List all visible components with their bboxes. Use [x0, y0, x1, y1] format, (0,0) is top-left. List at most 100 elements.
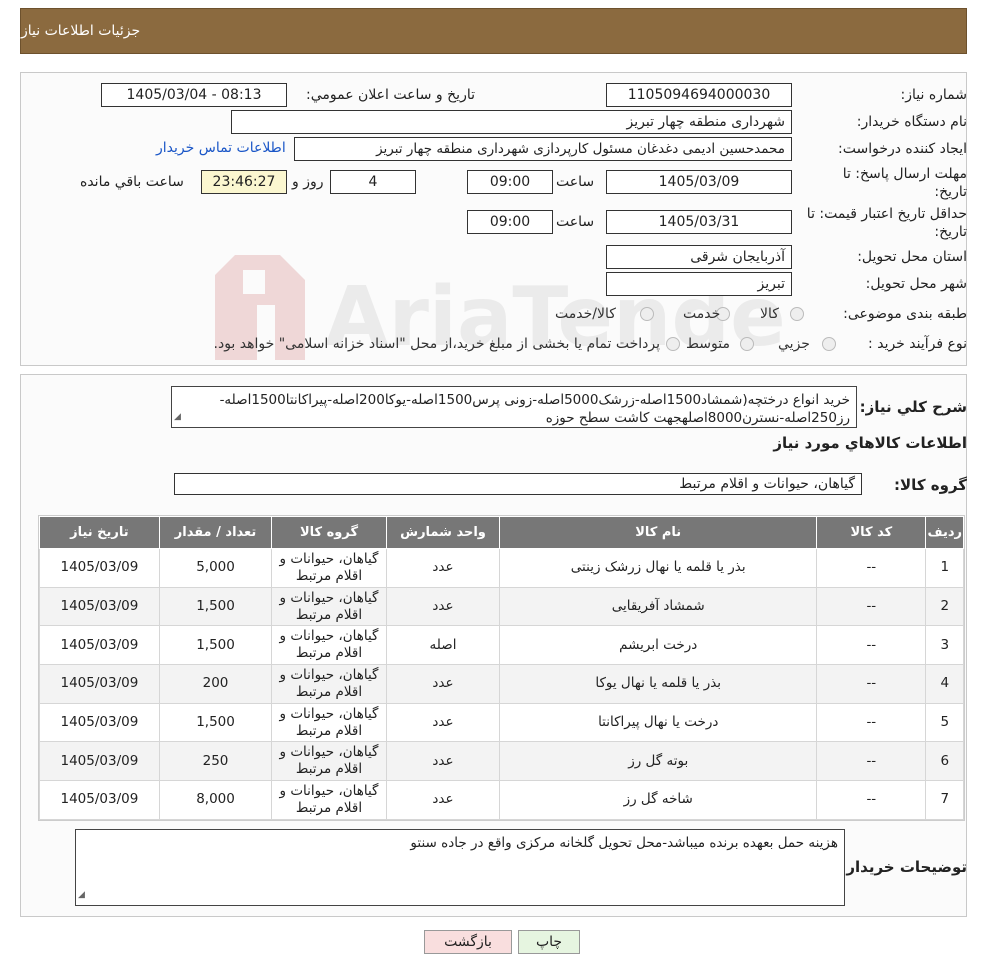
remaining-time-field: 23:46:27: [201, 170, 287, 194]
cell-row-number: 5: [925, 702, 964, 743]
cell-item-group: گیاهان، حیوانات و اقلام مرتبط: [271, 625, 387, 666]
province-field: آذربایجان شرقی: [606, 245, 792, 269]
table-row: 6 -- بوته گل رز عدد گیاهان، حیوانات و اقلام …: [39, 741, 964, 782]
cell-quantity: 1,500: [158, 702, 273, 743]
process-minor-radio[interactable]: [822, 337, 836, 351]
payment-note: پرداخت تمام یا بخشی از مبلغ خرید،از محل …: [213, 336, 660, 352]
summary-text: خرید انواع درختچه(شمشاد1500اصله-زرشک5000…: [219, 392, 850, 426]
province-label: استان محل تحویل:: [857, 249, 967, 265]
validity-date-field: 1405/03/31: [606, 210, 792, 234]
cell-unit: عدد: [385, 664, 501, 704]
announce-label: تاریخ و ساعت اعلان عمومي:: [306, 87, 475, 103]
category-both-label: کالا/خدمت: [555, 306, 616, 322]
table-row: 5 -- درخت یا نهال پیراکانتا عدد گیاهان، حیوا…: [39, 702, 964, 743]
deadline-label-date: تاریخ:: [934, 184, 967, 200]
category-goods-radio[interactable]: [790, 307, 804, 321]
category-service-label: خدمت: [683, 306, 721, 322]
cell-row-number: 3: [925, 625, 964, 666]
cell-row-number: 1: [925, 548, 964, 588]
cell-row-number: 7: [925, 780, 964, 820]
deadline-time-label: ساعت: [556, 174, 595, 190]
items-table-body: 1 -- بذر یا قلمه یا نهال زرشک زینتی عدد گیاه…: [39, 548, 964, 820]
days-remaining-field: 4: [330, 170, 416, 194]
cell-unit: عدد: [385, 780, 501, 820]
buyer-contact-link[interactable]: اطلاعات تماس خریدار: [156, 140, 286, 156]
cell-quantity: 1,500: [158, 625, 273, 666]
items-table: رديف كد كالا نام كالا واحد شمارش گروه كا…: [39, 516, 964, 820]
summary-textarea[interactable]: خرید انواع درختچه(شمشاد1500اصله-زرشک5000…: [171, 386, 857, 428]
cell-row-number: 4: [925, 664, 964, 704]
need-number-label: شماره نیاز:: [900, 87, 968, 103]
col-row-header: رديف: [925, 516, 964, 549]
cell-quantity: 1,500: [158, 586, 273, 627]
buyer-notes-label: توضیحات خریدار:: [840, 858, 967, 876]
creator-field: محمدحسین ادیمی دغدغان مسئول کارپردازی شه…: [294, 137, 792, 161]
buyer-org-label: نام دستگاه خریدار:: [856, 114, 967, 130]
cell-need-date: 1405/03/09: [39, 702, 160, 743]
process-medium-radio[interactable]: [740, 337, 754, 351]
cell-item-name: شاخه گل رز: [499, 780, 818, 820]
category-label: طبقه بندی موضوعی:: [843, 306, 967, 322]
table-row: 4 -- بذر یا قلمه یا نهال یوکا عدد گیاهان، حی…: [39, 664, 964, 704]
cell-need-date: 1405/03/09: [39, 741, 160, 782]
summary-label: شرح كلي نياز:: [859, 398, 967, 416]
buyer-notes-textarea[interactable]: هزینه حمل بعهده برنده میباشد-محل تحویل گ…: [75, 829, 845, 906]
category-goods-label: کالا: [760, 306, 779, 322]
cell-item-code: --: [816, 741, 927, 782]
col-unit-header: واحد شمارش: [385, 516, 501, 549]
goods-section-title: اطلاعات كالاهاي مورد نياز: [773, 434, 967, 452]
deadline-date-field: 1405/03/09: [606, 170, 792, 194]
cell-row-number: 2: [925, 586, 964, 627]
process-label: نوع فرآیند خرید :: [868, 336, 967, 352]
cell-item-group: گیاهان، حیوانات و اقلام مرتبط: [271, 780, 387, 820]
payment-note-checkbox[interactable]: [666, 337, 680, 351]
validity-label: حداقل تاریخ اعتبار قیمت: تا: [806, 206, 967, 222]
col-code-header: كد كالا: [816, 516, 927, 549]
cell-item-name: بوته گل رز: [499, 741, 818, 782]
cell-quantity: 5,000: [158, 548, 273, 588]
col-group-header: گروه كالا: [271, 516, 387, 549]
cell-item-group: گیاهان، حیوانات و اقلام مرتبط: [271, 741, 387, 782]
process-medium-label: متوسط: [686, 336, 730, 352]
cell-item-group: گیاهان، حیوانات و اقلام مرتبط: [271, 548, 387, 588]
cell-need-date: 1405/03/09: [39, 625, 160, 666]
cell-item-code: --: [816, 664, 927, 704]
cell-item-group: گیاهان، حیوانات و اقلام مرتبط: [271, 702, 387, 743]
cell-need-date: 1405/03/09: [39, 548, 160, 588]
col-name-header: نام كالا: [499, 516, 818, 549]
table-header-row: رديف كد كالا نام كالا واحد شمارش گروه كا…: [39, 516, 964, 549]
col-qty-header: تعداد / مقدار: [158, 516, 273, 549]
cell-need-date: 1405/03/09: [39, 664, 160, 704]
page-title: جزئیات اطلاعات نیاز: [21, 23, 141, 39]
table-row: 3 -- درخت ابریشم اصله گیاهان، حیوانات و اقلا…: [39, 625, 964, 666]
cell-quantity: 200: [158, 664, 273, 704]
table-row: 1 -- بذر یا قلمه یا نهال زرشک زینتی عدد گیاه…: [39, 548, 964, 588]
cell-unit: اصله: [385, 625, 501, 666]
page-header: جزئیات اطلاعات نیاز: [20, 8, 967, 54]
cell-item-name: درخت یا نهال پیراکانتا: [499, 702, 818, 743]
category-both-radio[interactable]: [640, 307, 654, 321]
buyer-org-field: شهرداری منطقه چهار تبریز: [231, 110, 792, 134]
resize-grip-icon[interactable]: ◢: [174, 408, 181, 426]
print-button[interactable]: چاپ: [518, 930, 580, 954]
cell-quantity: 8,000: [158, 780, 273, 820]
cell-item-code: --: [816, 780, 927, 820]
cell-unit: عدد: [385, 702, 501, 743]
days-label: روز و: [292, 174, 324, 190]
cell-item-group: گیاهان، حیوانات و اقلام مرتبط: [271, 664, 387, 704]
city-label: شهر محل تحویل:: [865, 276, 967, 292]
resize-grip-icon[interactable]: ◢: [78, 886, 85, 904]
cell-item-name: درخت ابریشم: [499, 625, 818, 666]
table-row: 2 -- شمشاد آفریقایی عدد گیاهان، حیوانات و اق…: [39, 586, 964, 627]
cell-item-code: --: [816, 548, 927, 588]
need-number-field: 1105094694000030: [606, 83, 792, 107]
cell-item-code: --: [816, 702, 927, 743]
cell-quantity: 250: [158, 741, 273, 782]
validity-label-date: تاریخ:: [934, 224, 967, 240]
table-row: 7 -- شاخه گل رز عدد گیاهان، حیوانات و اقلام …: [39, 780, 964, 820]
buyer-notes-text: هزینه حمل بعهده برنده میباشد-محل تحویل گ…: [410, 835, 838, 851]
process-minor-label: جزيي: [778, 336, 810, 352]
validity-time-field: 09:00: [467, 210, 553, 234]
cell-unit: عدد: [385, 548, 501, 588]
back-button[interactable]: بازگشت: [424, 930, 512, 954]
